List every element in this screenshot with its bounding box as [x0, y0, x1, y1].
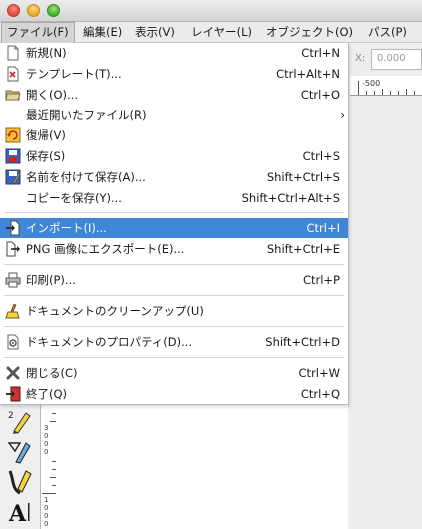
- x-coordinate-label: X:: [355, 53, 366, 64]
- quit-icon: [5, 386, 21, 402]
- menu-item-shortcut: Ctrl+W: [298, 366, 340, 380]
- ruler-digit: 0: [44, 448, 49, 456]
- menu-item-shortcut: Ctrl+N: [301, 46, 340, 60]
- ruler-digit: 0: [44, 504, 49, 512]
- menu-item-save-copy[interactable]: コピーを保存(Y)... Shift+Ctrl+Alt+S: [0, 188, 348, 208]
- menu-item-shortcut: Ctrl+Alt+N: [276, 67, 340, 81]
- ruler-digit: 1: [44, 496, 49, 504]
- properties-icon: [5, 334, 21, 350]
- close-window-button[interactable]: [7, 4, 20, 17]
- ruler-digit: 3: [44, 424, 49, 432]
- x-coordinate-input[interactable]: 0.000: [371, 49, 422, 70]
- save-icon: [5, 148, 21, 164]
- zoom-window-button[interactable]: [47, 4, 60, 17]
- vertical-ruler: 3 0 0 0 1 0 0 0: [40, 405, 56, 529]
- menu-item-shortcut: Ctrl+I: [306, 221, 341, 235]
- ruler-digit: 0: [44, 440, 49, 448]
- ruler-digit: 0: [44, 512, 49, 520]
- canvas-area: [348, 43, 422, 529]
- ruler-digit: 0: [44, 432, 49, 440]
- toolbox: 2 A: [0, 405, 40, 529]
- menu-separator: [4, 326, 344, 327]
- menu-item-label: 最近開いたファイル(R): [26, 108, 147, 122]
- menu-item-shortcut: Shift+Ctrl+Alt+S: [241, 191, 340, 205]
- menu-item-shortcut: Shift+Ctrl+S: [266, 170, 340, 184]
- print-icon: [5, 272, 21, 288]
- menu-item-label: コピーを保存(Y)...: [26, 191, 122, 205]
- menu-file[interactable]: ファイル(F): [1, 22, 75, 43]
- menu-item-label: ドキュメントのプロパティ(D)...: [26, 335, 193, 349]
- menu-item-label: 名前を付けて保存(A)...: [26, 170, 146, 184]
- new-document-icon: [5, 45, 21, 61]
- menu-separator: [4, 357, 344, 358]
- menu-path[interactable]: パス(P): [363, 22, 412, 43]
- menu-item-save-as[interactable]: 名前を付けて保存(A)... Shift+Ctrl+S: [0, 167, 348, 187]
- menu-item-shortcut: Ctrl+O: [300, 88, 340, 102]
- menu-item-save[interactable]: 保存(S) Ctrl+S: [0, 146, 348, 166]
- template-icon: [5, 66, 21, 82]
- close-icon: [5, 365, 21, 381]
- save-as-icon: [5, 169, 21, 185]
- menu-item-label: 終了(Q): [26, 387, 68, 401]
- menu-item-shortcut: Shift+Ctrl+E: [266, 242, 340, 256]
- menu-bar: ファイル(F) 編集(E) 表示(V) レイヤー(L) オブジェクト(O) パス…: [0, 22, 422, 43]
- menu-item-document-properties[interactable]: ドキュメントのプロパティ(D)... Shift+Ctrl+D: [0, 332, 348, 352]
- menu-item-label: 閉じる(C): [26, 366, 78, 380]
- menu-item-label: ドキュメントのクリーンアップ(U): [26, 304, 204, 318]
- menu-item-new[interactable]: 新規(N) Ctrl+N: [0, 43, 348, 63]
- menu-object[interactable]: オブジェクト(O): [261, 22, 358, 43]
- text-tool-icon[interactable]: A: [6, 497, 34, 527]
- open-folder-icon: [5, 87, 21, 103]
- import-icon: [5, 220, 21, 236]
- menu-separator: [4, 212, 344, 213]
- title-bar: [0, 0, 422, 22]
- calligraphy-tool-icon[interactable]: [6, 467, 34, 495]
- menu-separator: [4, 264, 344, 265]
- cleanup-icon: [5, 303, 21, 319]
- svg-text:2: 2: [8, 411, 14, 421]
- menu-edit[interactable]: 編集(E): [78, 22, 127, 43]
- menu-item-revert[interactable]: 復帰(V): [0, 125, 348, 145]
- menu-item-export-png[interactable]: PNG 画像にエクスポート(E)... Shift+Ctrl+E: [0, 239, 348, 259]
- svg-text:A: A: [8, 501, 27, 525]
- menu-item-shortcut: Ctrl+Q: [300, 387, 340, 401]
- menu-item-label: 保存(S): [26, 149, 66, 163]
- menu-item-shortcut: Ctrl+P: [302, 273, 340, 287]
- menu-item-shortcut: Shift+Ctrl+D: [265, 335, 340, 349]
- menu-view[interactable]: 表示(V): [130, 22, 180, 43]
- chevron-right-icon: ›: [340, 108, 345, 122]
- menu-item-label: 印刷(P)...: [26, 273, 76, 287]
- menu-item-label: PNG 画像にエクスポート(E)...: [26, 242, 185, 256]
- menu-item-label: インポート(I)...: [26, 221, 107, 235]
- menu-item-label: 新規(N): [26, 46, 67, 60]
- menu-item-open[interactable]: 開く(O)... Ctrl+O: [0, 85, 348, 105]
- menu-layer[interactable]: レイヤー(L): [186, 22, 257, 43]
- menu-item-cleanup[interactable]: ドキュメントのクリーンアップ(U): [0, 301, 348, 321]
- pencil-tool-icon[interactable]: 2: [6, 407, 34, 435]
- menu-item-recent-files[interactable]: 最近開いたファイル(R) ›: [0, 105, 348, 125]
- menu-item-close[interactable]: 閉じる(C) Ctrl+W: [0, 363, 348, 383]
- menu-item-label: テンプレート(T)...: [26, 67, 122, 81]
- menu-item-label: 開く(O)...: [26, 88, 78, 102]
- menu-item-template[interactable]: テンプレート(T)... Ctrl+Alt+N: [0, 64, 348, 84]
- menu-item-shortcut: Ctrl+S: [302, 149, 340, 163]
- menu-item-label: 復帰(V): [26, 128, 66, 142]
- ruler-digit: 0: [44, 520, 49, 528]
- menu-separator: [4, 295, 344, 296]
- horizontal-ruler: -500: [350, 76, 422, 96]
- file-menu-dropdown: 新規(N) Ctrl+N テンプレート(T)... Ctrl+Alt+N 開く(…: [0, 43, 349, 405]
- revert-icon: [5, 127, 21, 143]
- export-icon: [5, 241, 21, 257]
- minimize-window-button[interactable]: [27, 4, 40, 17]
- menu-item-import[interactable]: インポート(I)... Ctrl+I: [0, 218, 348, 238]
- menu-item-print[interactable]: 印刷(P)... Ctrl+P: [0, 270, 348, 290]
- ruler-label: -500: [362, 79, 381, 88]
- menu-item-quit[interactable]: 終了(Q) Ctrl+Q: [0, 384, 348, 404]
- pen-tool-icon[interactable]: [6, 437, 34, 465]
